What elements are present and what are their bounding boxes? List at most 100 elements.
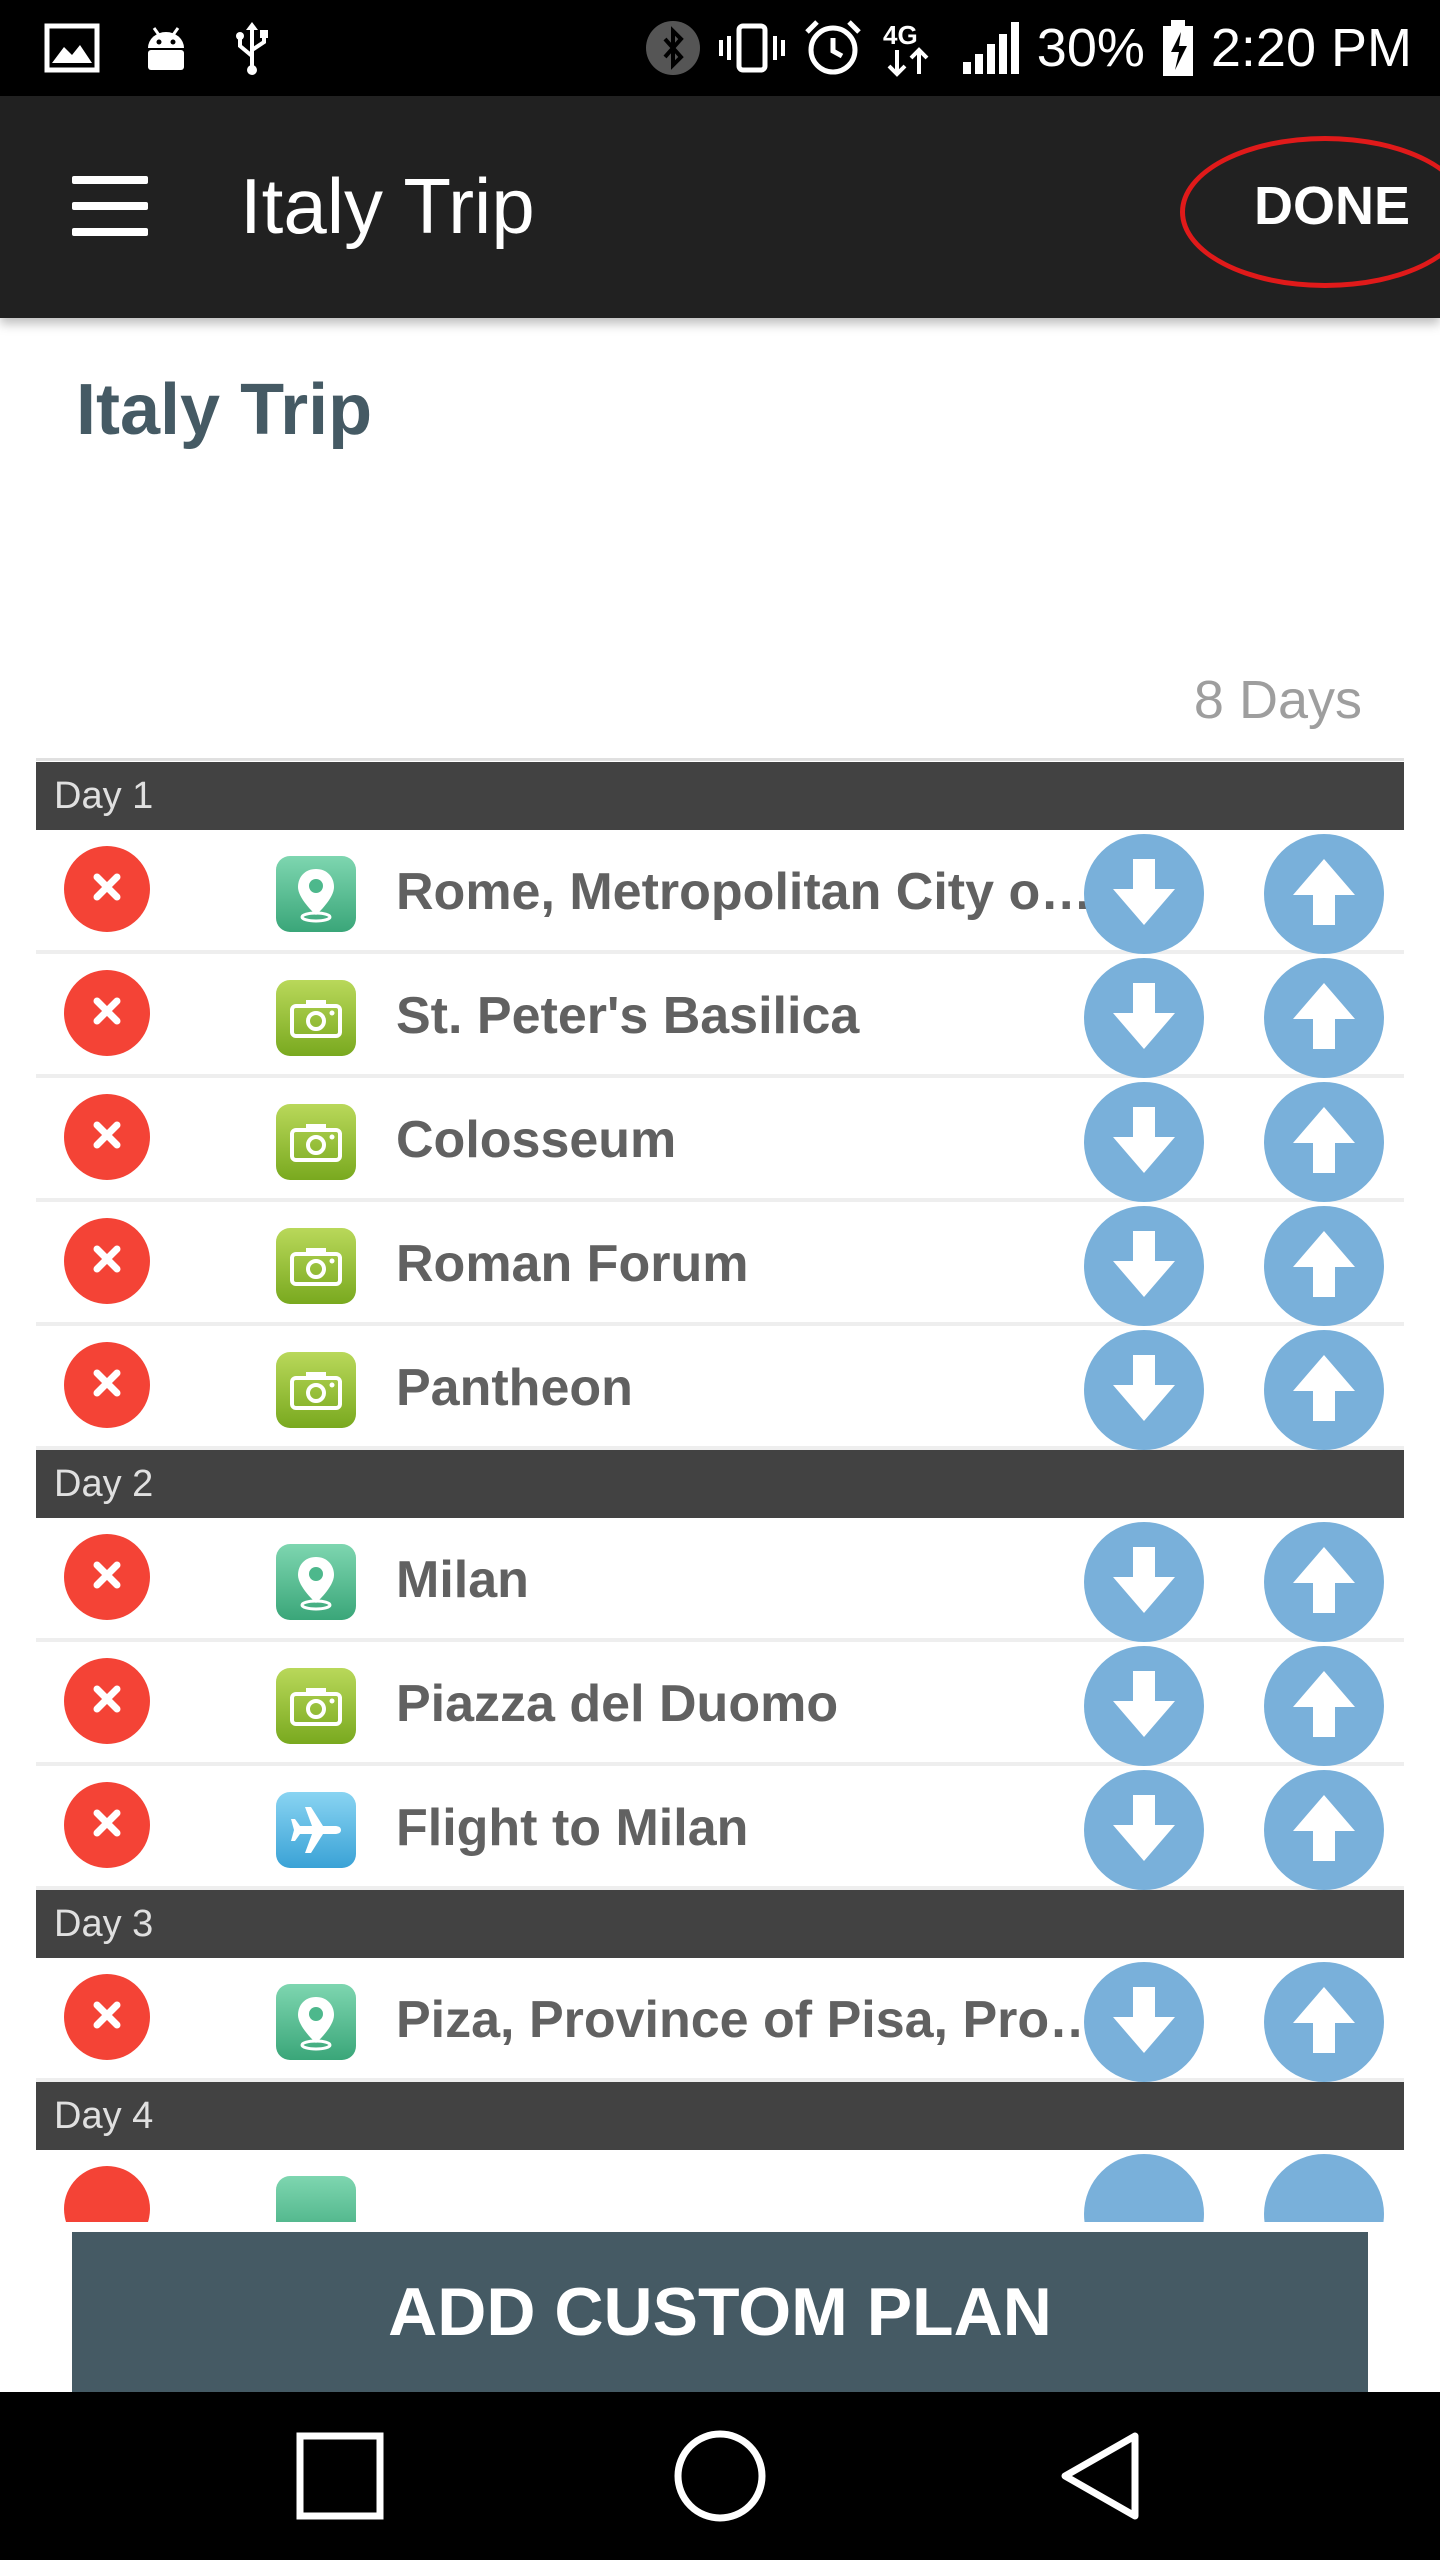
- camera-icon: [276, 1352, 356, 1428]
- delete-item-button[interactable]: [64, 1534, 150, 1620]
- move-up-button[interactable]: [1264, 1770, 1384, 1890]
- day-header: Day 1: [36, 762, 1404, 830]
- trip-title: Italy Trip: [76, 370, 373, 450]
- menu-line: [72, 228, 148, 236]
- close-icon: [87, 1115, 127, 1160]
- itinerary-item[interactable]: St. Peter's Basilica: [36, 954, 1404, 1078]
- itinerary-list[interactable]: Day 1 Rome, Metropolitan City of Rome, It…: [36, 762, 1404, 2222]
- item-name: Roman Forum: [396, 1235, 749, 1293]
- menu-line: [72, 202, 148, 210]
- arrow-down-icon: [1109, 1351, 1179, 1430]
- move-down-button[interactable]: [1084, 2154, 1204, 2222]
- delete-item-button[interactable]: [64, 1094, 150, 1180]
- arrow-down-icon: [1109, 1227, 1179, 1306]
- location-icon: [276, 1984, 356, 2060]
- arrow-up-icon: [1289, 855, 1359, 934]
- move-down-button[interactable]: [1084, 1522, 1204, 1642]
- move-down-button[interactable]: [1084, 1646, 1204, 1766]
- arrow-up-icon: [1289, 1103, 1359, 1182]
- usb-icon: [232, 20, 272, 76]
- arrow-up-icon: [1289, 1351, 1359, 1430]
- move-down-button[interactable]: [1084, 834, 1204, 954]
- close-icon: [87, 1363, 127, 1408]
- camera-icon: [276, 1668, 356, 1744]
- move-up-button[interactable]: [1264, 1206, 1384, 1326]
- arrow-up-icon: [1289, 1667, 1359, 1746]
- battery-percent: 30%: [1036, 18, 1145, 78]
- delete-item-button[interactable]: [64, 2166, 150, 2222]
- delete-item-button[interactable]: [64, 1658, 150, 1744]
- itinerary-item[interactable]: Milan: [36, 1518, 1404, 1642]
- close-icon: [87, 1995, 127, 2040]
- camera-icon: [276, 980, 356, 1056]
- item-name: Rome, Metropolitan City of Rome, Italy: [396, 863, 1106, 921]
- location-icon: [276, 856, 356, 932]
- trip-duration: 8 Days: [1193, 670, 1362, 730]
- add-custom-plan-button[interactable]: ADD CUSTOM PLAN: [72, 2232, 1368, 2392]
- close-icon: [87, 991, 127, 1036]
- item-name: Flight to Milan: [396, 1799, 749, 1857]
- arrow-up-icon: [1289, 1227, 1359, 1306]
- itinerary-item[interactable]: Rome, Metropolitan City of Rome, Italy: [36, 830, 1404, 954]
- item-name: Piza, Province of Pisa, Province of Pisa…: [396, 1991, 1106, 2049]
- move-up-button[interactable]: [1264, 1646, 1384, 1766]
- delete-item-button[interactable]: [64, 1342, 150, 1428]
- camera-icon: [276, 1228, 356, 1304]
- android-icon: [140, 20, 192, 76]
- move-up-button[interactable]: [1264, 1330, 1384, 1450]
- itinerary-item-partial[interactable]: [36, 2150, 1404, 2222]
- item-name: Colosseum: [396, 1111, 677, 1169]
- move-down-button[interactable]: [1084, 1330, 1204, 1450]
- arrow-down-icon: [1109, 855, 1179, 934]
- status-right-icons: 4G 30% 2:20 PM: [645, 14, 1412, 82]
- move-up-button[interactable]: [1264, 1962, 1384, 2082]
- arrow-up-icon: [1289, 1791, 1359, 1870]
- move-up-button[interactable]: [1264, 1082, 1384, 1202]
- move-up-button[interactable]: [1264, 958, 1384, 1078]
- recent-apps-icon[interactable]: [290, 2426, 390, 2526]
- arrow-down-icon: [1109, 1103, 1179, 1182]
- delete-item-button[interactable]: [64, 1974, 150, 2060]
- arrow-down-icon: [1109, 1543, 1179, 1622]
- divider: [36, 758, 1404, 761]
- status-left-icons: [44, 20, 272, 76]
- delete-item-button[interactable]: [64, 970, 150, 1056]
- close-icon: [87, 1803, 127, 1848]
- move-down-button[interactable]: [1084, 1962, 1204, 2082]
- arrow-up-icon: [1289, 1983, 1359, 2062]
- move-up-button[interactable]: [1264, 2154, 1384, 2222]
- arrow-up-icon: [1289, 1543, 1359, 1622]
- move-down-button[interactable]: [1084, 1206, 1204, 1326]
- move-down-button[interactable]: [1084, 958, 1204, 1078]
- location-icon: [276, 1544, 356, 1620]
- item-name: Pantheon: [396, 1359, 633, 1417]
- gallery-icon: [44, 20, 100, 76]
- delete-item-button[interactable]: [64, 1218, 150, 1304]
- close-icon: [87, 1679, 127, 1724]
- menu-line: [72, 176, 148, 184]
- close-icon: [87, 1555, 127, 1600]
- arrow-up-icon: [1289, 979, 1359, 1058]
- itinerary-item[interactable]: Piza, Province of Pisa, Province of Pisa…: [36, 1958, 1404, 2082]
- battery-charging-icon: [1161, 20, 1195, 76]
- move-up-button[interactable]: [1264, 1522, 1384, 1642]
- move-up-button[interactable]: [1264, 834, 1384, 954]
- move-down-button[interactable]: [1084, 1082, 1204, 1202]
- itinerary-item[interactable]: Colosseum: [36, 1078, 1404, 1202]
- back-icon[interactable]: [1050, 2426, 1150, 2526]
- itinerary-item[interactable]: Flight to Milan: [36, 1766, 1404, 1890]
- itinerary-item[interactable]: Pantheon: [36, 1326, 1404, 1450]
- screen: 4G 30% 2:20 PM Italy Trip DONE Italy Tri…: [0, 0, 1440, 2560]
- itinerary-item[interactable]: Piazza del Duomo: [36, 1642, 1404, 1766]
- day-header: Day 3: [36, 1890, 1404, 1958]
- itinerary-item[interactable]: Roman Forum: [36, 1202, 1404, 1326]
- flight-icon: [276, 1792, 356, 1868]
- hamburger-menu-icon[interactable]: [60, 166, 160, 246]
- clock: 2:20 PM: [1210, 18, 1412, 78]
- network-4g-icon: 4G: [879, 20, 945, 77]
- close-icon: [87, 1239, 127, 1284]
- move-down-button[interactable]: [1084, 1770, 1204, 1890]
- delete-item-button[interactable]: [64, 846, 150, 932]
- delete-item-button[interactable]: [64, 1782, 150, 1868]
- home-icon[interactable]: [670, 2426, 770, 2526]
